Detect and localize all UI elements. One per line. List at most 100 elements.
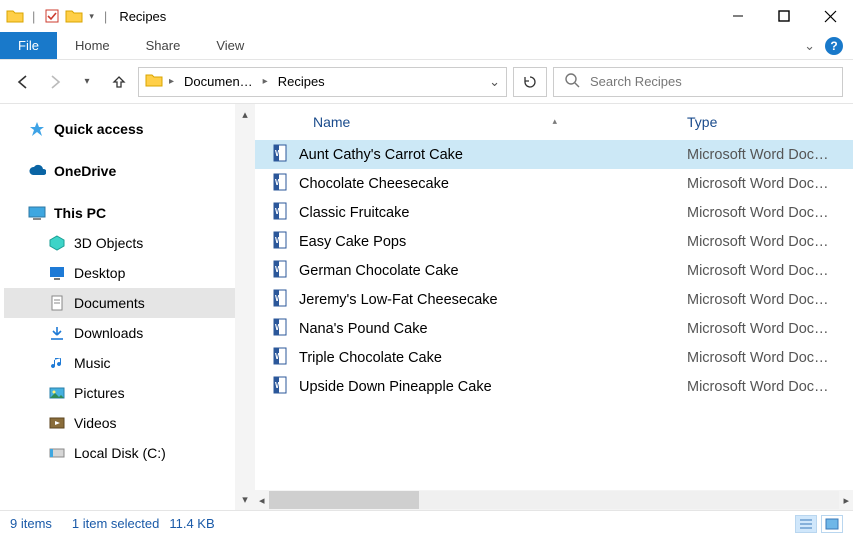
word-doc-icon: W	[271, 202, 289, 224]
sidebar-label: Documents	[74, 295, 145, 311]
folder-small-icon[interactable]	[65, 7, 83, 25]
column-label: Type	[687, 114, 717, 130]
forward-button[interactable]	[42, 69, 68, 95]
column-name[interactable]: Name	[255, 114, 672, 130]
sidebar-label: This PC	[54, 205, 106, 221]
sidebar-item-quick-access[interactable]: Quick access	[4, 114, 235, 144]
word-doc-icon: W	[271, 231, 289, 253]
file-row[interactable]: WGerman Chocolate CakeMicrosoft Word Doc…	[255, 256, 853, 285]
file-name: Classic Fruitcake	[299, 205, 409, 221]
videos-icon	[48, 414, 66, 432]
up-button[interactable]	[106, 69, 132, 95]
sidebar-label: Music	[74, 355, 111, 371]
tab-home[interactable]: Home	[57, 32, 128, 59]
file-type: Microsoft Word Doc…	[677, 292, 853, 308]
file-row[interactable]: WClassic FruitcakeMicrosoft Word Doc…	[255, 198, 853, 227]
scroll-left-icon[interactable]: ◂	[259, 494, 265, 507]
tab-share[interactable]: Share	[128, 32, 199, 59]
file-tab[interactable]: File	[0, 32, 57, 59]
sidebar-item-documents[interactable]: Documents	[4, 288, 235, 318]
ribbon-expand-icon[interactable]: ⌄	[804, 38, 815, 54]
breadcrumb-item[interactable]: Recipes	[274, 74, 329, 89]
address-dropdown-icon[interactable]: ⌄	[489, 74, 500, 90]
maximize-button[interactable]	[761, 0, 807, 32]
file-type: Microsoft Word Doc…	[677, 234, 853, 250]
help-icon[interactable]: ?	[825, 37, 843, 55]
status-size: 11.4 KB	[169, 516, 214, 531]
refresh-button[interactable]	[513, 67, 547, 97]
file-name: Aunt Cathy's Carrot Cake	[299, 147, 463, 163]
scroll-down-icon[interactable]: ▾	[242, 493, 248, 506]
properties-icon[interactable]	[43, 7, 61, 25]
sidebar-label: Pictures	[74, 385, 125, 401]
svg-text:W: W	[275, 207, 283, 216]
search-input[interactable]: Search Recipes	[553, 67, 843, 97]
file-name: Triple Chocolate Cake	[299, 350, 442, 366]
star-icon	[28, 120, 46, 138]
minimize-button[interactable]	[715, 0, 761, 32]
word-doc-icon: W	[271, 347, 289, 369]
back-button[interactable]	[10, 69, 36, 95]
sidebar-item-local-disk-c-[interactable]: Local Disk (C:)	[4, 438, 235, 468]
title-bar: | ▾ | Recipes	[0, 0, 853, 32]
documents-icon	[48, 294, 66, 312]
sidebar-scrollbar[interactable]: ▴ ▾	[235, 104, 255, 510]
close-button[interactable]	[807, 0, 853, 32]
chevron-right-icon[interactable]: ▸	[259, 76, 272, 87]
sidebar-item-3d-objects[interactable]: 3D Objects	[4, 228, 235, 258]
sidebar-item-pictures[interactable]: Pictures	[4, 378, 235, 408]
sidebar-label: OneDrive	[54, 163, 116, 179]
cloud-icon	[28, 162, 46, 180]
scroll-thumb[interactable]	[269, 491, 419, 509]
ribbon-tabs: File Home Share View ⌄ ?	[0, 32, 853, 60]
file-row[interactable]: WNana's Pound CakeMicrosoft Word Doc…	[255, 314, 853, 343]
file-name: Nana's Pound Cake	[299, 321, 428, 337]
file-name: Upside Down Pineapple Cake	[299, 379, 492, 395]
file-row[interactable]: WUpside Down Pineapple CakeMicrosoft Wor…	[255, 372, 853, 401]
sidebar-item-onedrive[interactable]: OneDrive	[4, 156, 235, 186]
file-row[interactable]: WAunt Cathy's Carrot CakeMicrosoft Word …	[255, 140, 853, 169]
file-row[interactable]: WJeremy's Low-Fat CheesecakeMicrosoft Wo…	[255, 285, 853, 314]
column-headers: Name ▴ Type	[255, 104, 853, 140]
pc-icon	[28, 204, 46, 222]
file-type: Microsoft Word Doc…	[677, 263, 853, 279]
word-doc-icon: W	[271, 289, 289, 311]
navigation-pane: Quick access OneDrive This PC 3D Objects…	[0, 104, 235, 510]
disk-icon	[48, 444, 66, 462]
sidebar-item-music[interactable]: Music	[4, 348, 235, 378]
svg-text:W: W	[275, 381, 283, 390]
sidebar-label: Desktop	[74, 265, 125, 281]
scroll-right-icon[interactable]: ▸	[843, 494, 849, 507]
breadcrumb-item[interactable]: Documen…	[180, 74, 257, 89]
horizontal-scrollbar[interactable]: ◂ ▸	[255, 490, 853, 510]
file-type: Microsoft Word Doc…	[677, 176, 853, 192]
file-row[interactable]: WEasy Cake PopsMicrosoft Word Doc…	[255, 227, 853, 256]
breadcrumb[interactable]: ▸ Documen… ▸ Recipes ⌄	[138, 67, 507, 97]
sidebar-item-videos[interactable]: Videos	[4, 408, 235, 438]
svg-text:W: W	[275, 323, 283, 332]
sidebar-item-this-pc[interactable]: This PC	[4, 198, 235, 228]
details-view-button[interactable]	[795, 515, 817, 533]
recent-locations-button[interactable]: ▾	[74, 69, 100, 95]
chevron-right-icon[interactable]: ▸	[165, 76, 178, 87]
sidebar-item-downloads[interactable]: Downloads	[4, 318, 235, 348]
file-list: W Aunt Cathy's Carrot Cake Microsoft Word …	[255, 140, 853, 490]
file-row[interactable]: WTriple Chocolate CakeMicrosoft Word Doc…	[255, 343, 853, 372]
sidebar-item-desktop[interactable]: Desktop	[4, 258, 235, 288]
main-content: Quick access OneDrive This PC 3D Objects…	[0, 104, 853, 510]
svg-text:W: W	[275, 265, 283, 274]
thumbnails-view-button[interactable]	[821, 515, 843, 533]
column-type[interactable]: Type	[677, 114, 853, 130]
svg-text:W: W	[275, 236, 283, 245]
view-switcher	[795, 515, 843, 533]
file-row[interactable]: WChocolate CheesecakeMicrosoft Word Doc…	[255, 169, 853, 198]
sidebar-label: Downloads	[74, 325, 143, 341]
downloads-icon	[48, 324, 66, 342]
svg-text:W: W	[275, 352, 283, 361]
scroll-track[interactable]	[269, 491, 840, 509]
scroll-up-icon[interactable]: ▴	[242, 108, 248, 121]
column-label: Name	[313, 114, 350, 130]
word-doc-icon: W	[271, 376, 289, 398]
tab-view[interactable]: View	[198, 32, 262, 59]
qat-dropdown-icon[interactable]: ▾	[87, 11, 96, 22]
